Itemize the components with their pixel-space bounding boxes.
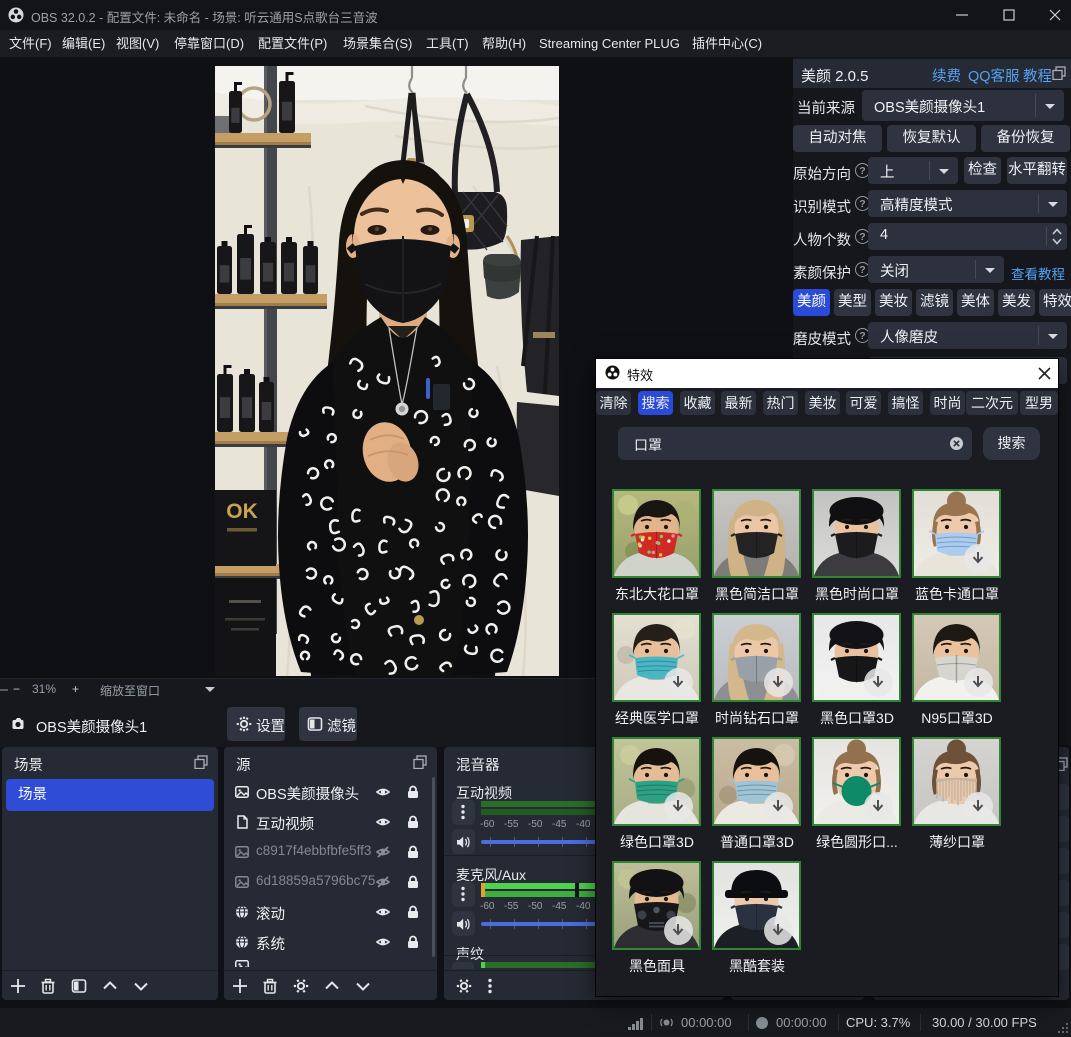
svg-text:OK: OK [226,500,258,523]
